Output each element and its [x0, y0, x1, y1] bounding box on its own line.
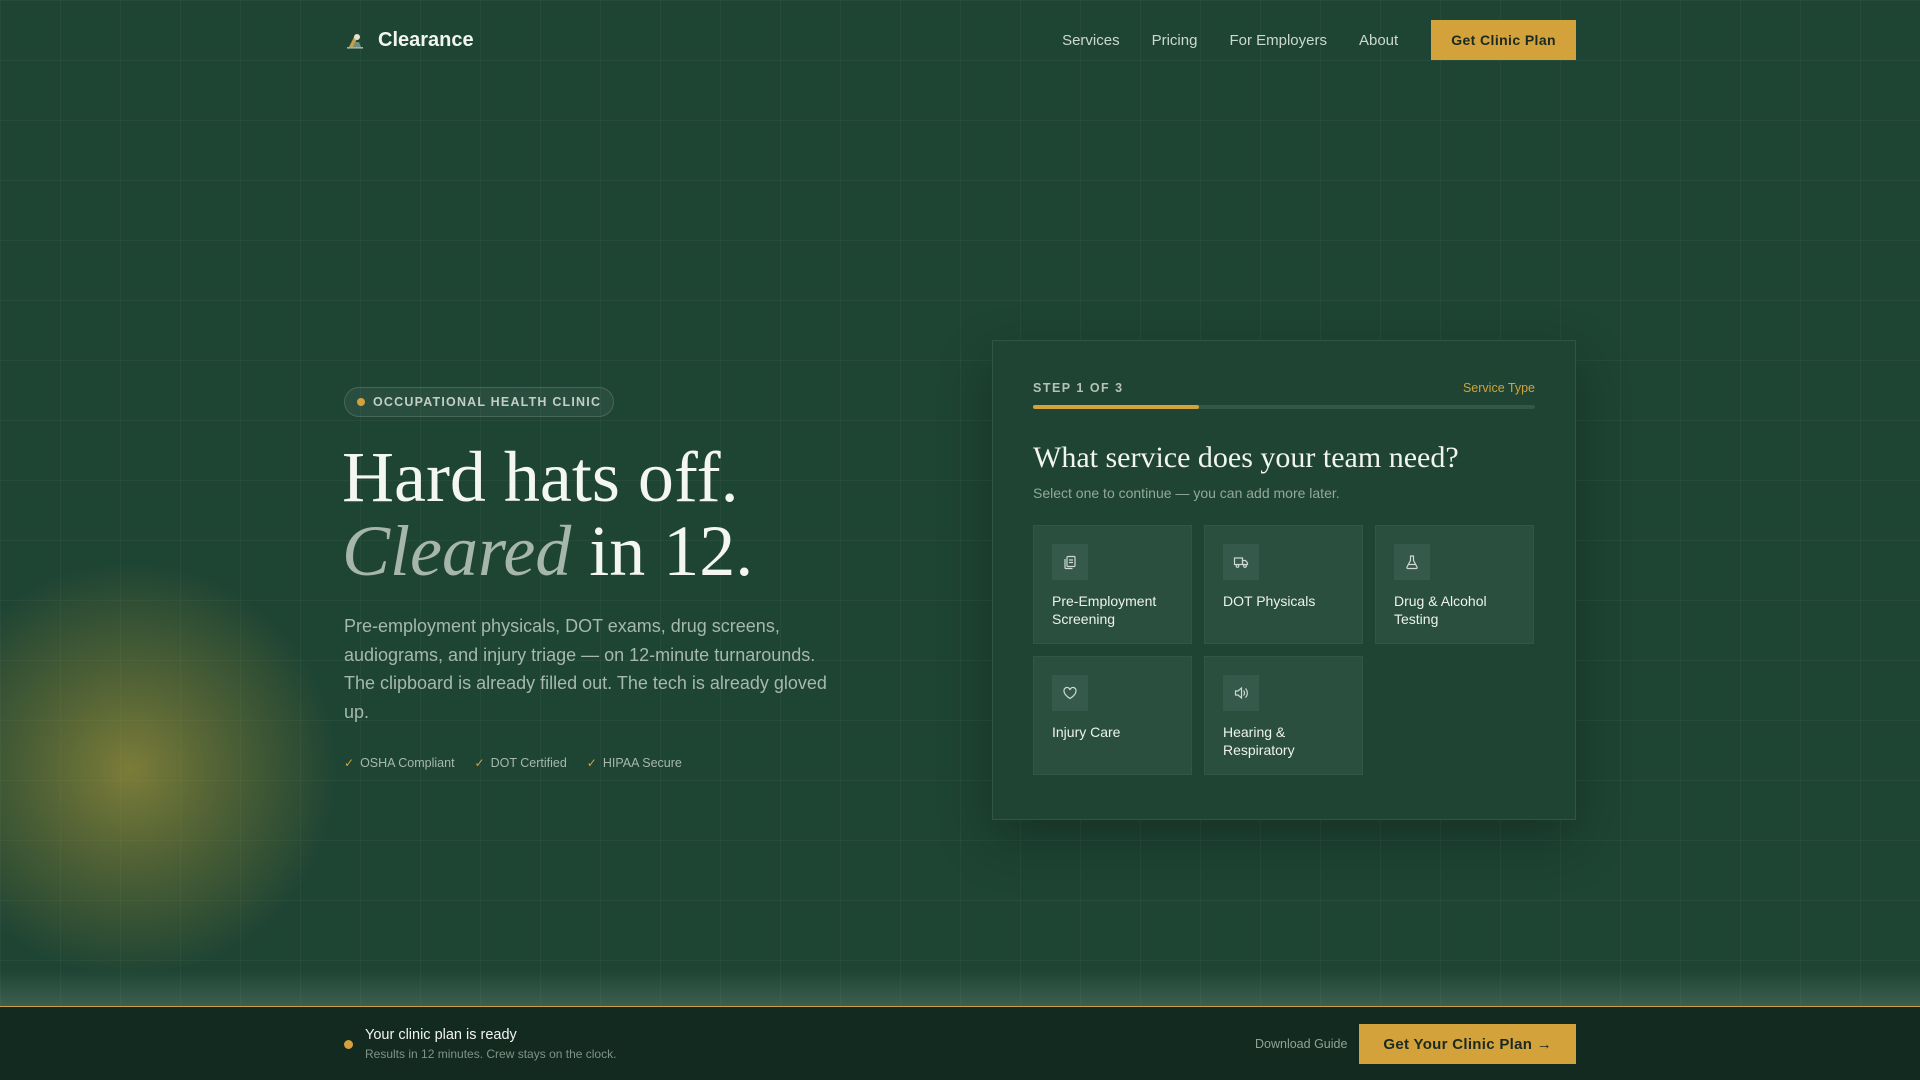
option-label: Hearing & Respiratory [1223, 724, 1295, 758]
form-title: What service does your team need? [1033, 441, 1459, 474]
download-guide-link[interactable]: Download Guide [1255, 1037, 1347, 1051]
hero-description: Pre-employment physicals, DOT exams, dru… [344, 616, 827, 722]
trust-label: DOT Certified [490, 756, 567, 770]
nav-link-services[interactable]: Services [1062, 32, 1120, 49]
brand[interactable]: Clearance [344, 29, 474, 52]
option-label: Drug & Alcohol Testing [1394, 593, 1487, 627]
brand-name: Clearance [378, 28, 474, 51]
nav-link-pricing[interactable]: Pricing [1152, 32, 1198, 49]
badge-dot [357, 398, 365, 406]
option-label: DOT Physicals [1223, 593, 1316, 609]
nav-links: Services Pricing For Employers About Get… [1030, 20, 1576, 60]
trust-item: ✓ DOT Certified [475, 756, 567, 770]
top-nav: Clearance Services Pricing For Employers… [344, 20, 1576, 60]
option-label: Pre-Employment Screening [1052, 593, 1157, 627]
get-your-clinic-plan-button[interactable]: Get Your Clinic Plan → [1359, 1024, 1576, 1064]
bottom-fade [0, 970, 1920, 1008]
service-form-card: STEP 1 OF 3 Service Type What service do… [992, 340, 1576, 820]
speaker-icon [1223, 675, 1259, 711]
check-icon: ✓ [474, 756, 485, 770]
option-hearing-respiratory[interactable]: Hearing & Respiratory [1204, 656, 1363, 775]
trust-item: ✓ OSHA Compliant [344, 756, 455, 770]
clipboard-copy-icon [1052, 544, 1088, 580]
sticky-title: Your clinic plan is ready [365, 1027, 517, 1043]
trust-label: HIPAA Secure [602, 756, 682, 770]
trust-item: ✓ HIPAA Secure [587, 756, 682, 770]
get-clinic-plan-button[interactable]: Get Clinic Plan [1431, 20, 1576, 60]
background-grid [0, 0, 1920, 1080]
category-badge: OCCUPATIONAL HEALTH CLINIC [344, 387, 615, 417]
trust-badges: ✓ OSHA Compliant ✓ DOT Certified ✓ HIPAA… [344, 756, 682, 770]
hard-hat-worker-icon [344, 29, 366, 51]
option-label: Injury Care [1052, 724, 1121, 740]
progress-fill [1033, 405, 1199, 409]
service-options: Pre-Employment Screening DOT Physicals D… [1033, 525, 1535, 775]
sticky-message: Your clinic plan is ready Results in 12 … [344, 1027, 616, 1061]
heart-icon [1052, 675, 1088, 711]
check-icon: ✓ [344, 756, 355, 770]
status-dot [344, 1039, 353, 1049]
truck-icon [1223, 544, 1259, 580]
option-pre-employment-screening[interactable]: Pre-Employment Screening [1033, 525, 1192, 644]
sticky-text: Your clinic plan is ready Results in 12 … [365, 1027, 616, 1061]
flask-icon [1394, 544, 1430, 580]
sticky-inner: Your clinic plan is ready Results in 12 … [344, 1007, 1576, 1080]
badge-label: OCCUPATIONAL HEALTH CLINIC [373, 395, 602, 409]
hero-headline: Hard hats off. Cleared in 12. [342, 440, 862, 588]
nav-link-about[interactable]: About [1359, 32, 1398, 49]
check-icon: ✓ [586, 756, 597, 770]
option-dot-physicals[interactable]: DOT Physicals [1204, 525, 1363, 644]
option-injury-care[interactable]: Injury Care [1033, 656, 1192, 775]
headline-rest: in 12. [571, 511, 754, 591]
progress-bar [1033, 405, 1535, 409]
sticky-actions: Download Guide Get Your Clinic Plan → [1255, 1024, 1576, 1064]
headline-line-1: Hard hats off. [342, 437, 739, 517]
step-header: STEP 1 OF 3 Service Type [1033, 381, 1535, 395]
step-name: Service Type [1462, 381, 1535, 395]
form-subtitle: Select one to continue — you can add mor… [1033, 485, 1340, 501]
option-drug-alcohol-testing[interactable]: Drug & Alcohol Testing [1375, 525, 1534, 644]
sticky-cta-bar: Your clinic plan is ready Results in 12 … [0, 1006, 1920, 1080]
trust-label: OSHA Compliant [360, 756, 455, 770]
nav-link-for-employers[interactable]: For Employers [1229, 32, 1327, 49]
headline-italic: Cleared [342, 511, 572, 591]
background-glow [0, 560, 340, 980]
sticky-subtitle: Results in 12 minutes. Crew stays on the… [365, 1047, 617, 1061]
step-indicator: STEP 1 OF 3 [1033, 381, 1124, 395]
